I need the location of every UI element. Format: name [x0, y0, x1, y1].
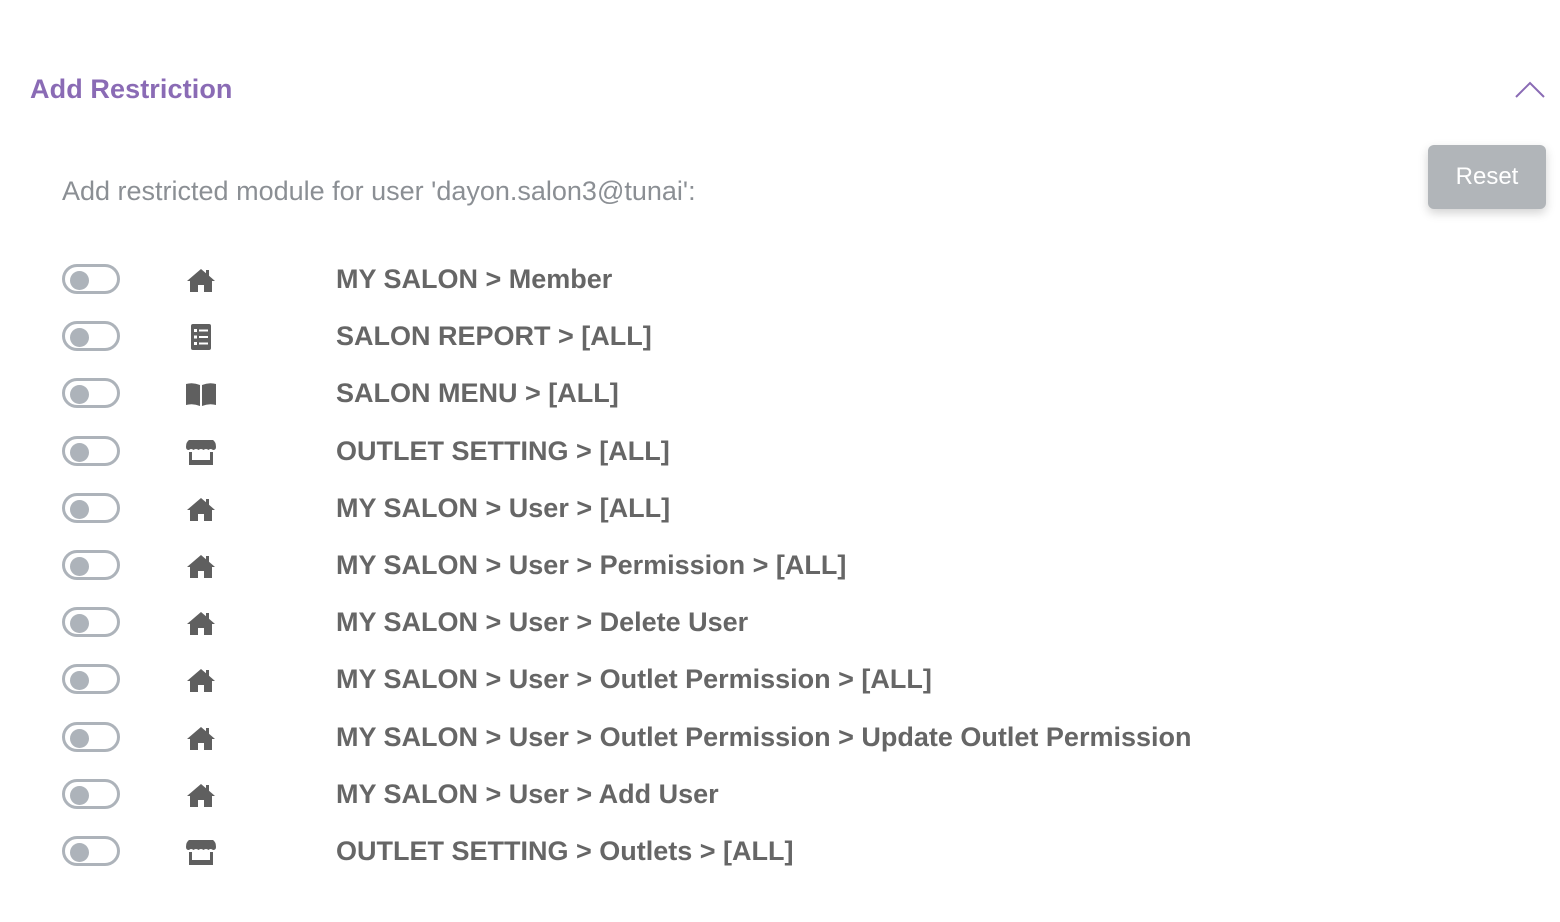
restriction-label: MY SALON > User > Delete User [336, 607, 749, 638]
section-header: Add Restriction [30, 72, 1546, 112]
restriction-toggle[interactable] [62, 778, 120, 809]
restriction-row: MY SALON > User > Outlet Permission > [A… [62, 652, 1362, 709]
restriction-label: MY SALON > User > Outlet Permission > [A… [336, 664, 932, 695]
restriction-toggle[interactable] [62, 492, 120, 523]
restriction-label: MY SALON > User > [ALL] [336, 492, 671, 523]
home-icon [184, 263, 218, 297]
home-icon [184, 778, 218, 812]
toggle-knob [70, 671, 89, 691]
toggle-knob [70, 442, 89, 462]
store-icon [184, 835, 218, 869]
restriction-row: MY SALON > Member [62, 252, 1362, 309]
restriction-label: MY SALON > Member [336, 264, 613, 294]
restriction-toggle[interactable] [62, 721, 120, 752]
restriction-row: MY SALON > User > Outlet Permission > Up… [62, 710, 1362, 767]
store-icon [184, 435, 218, 469]
restriction-row: OUTLET SETTING > [ALL] [62, 424, 1362, 481]
collapse-button[interactable] [1514, 78, 1546, 100]
toggle-knob [70, 728, 89, 748]
list-icon [184, 320, 218, 354]
home-icon [184, 549, 218, 583]
restriction-toggle[interactable] [62, 435, 120, 466]
restriction-label: SALON REPORT > [ALL] [336, 321, 652, 352]
restriction-row: SALON REPORT > [ALL] [62, 309, 1362, 366]
book-icon [184, 377, 218, 411]
toggle-knob [70, 385, 89, 405]
restriction-label: SALON MENU > [ALL] [336, 378, 619, 409]
home-icon [184, 492, 218, 526]
restriction-toggle[interactable] [62, 378, 120, 409]
section-title: Add Restriction [30, 74, 233, 104]
restriction-toggle[interactable] [62, 835, 120, 866]
toggle-knob [70, 785, 89, 805]
restriction-toggle[interactable] [62, 664, 120, 695]
toggle-knob [70, 614, 89, 634]
restriction-label: OUTLET SETTING > Outlets > [ALL] [336, 835, 794, 866]
chevron-up-icon [1515, 81, 1545, 98]
restriction-row: SALON MENU > [ALL] [62, 366, 1362, 423]
home-icon [184, 721, 218, 755]
restriction-label: MY SALON > User > Add User [336, 778, 719, 809]
home-icon [184, 663, 218, 697]
restriction-row: MY SALON > User > Delete User [62, 595, 1362, 652]
restriction-list: MY SALON > Member SALON REPORT > [ALL] S… [62, 252, 1362, 881]
restriction-label: OUTLET SETTING > [ALL] [336, 435, 670, 466]
reset-button[interactable]: Reset [1428, 145, 1546, 209]
home-icon [184, 606, 218, 640]
restriction-toggle[interactable] [62, 549, 120, 580]
restriction-row: OUTLET SETTING > Outlets > [ALL] [62, 824, 1362, 881]
restriction-toggle[interactable] [62, 321, 120, 352]
toggle-knob [70, 328, 89, 348]
toggle-knob [70, 499, 89, 519]
restriction-toggle[interactable] [62, 264, 120, 294]
restriction-row: MY SALON > User > [ALL] [62, 481, 1362, 538]
restriction-row: MY SALON > User > Permission > [ALL] [62, 538, 1362, 595]
toggle-knob [70, 271, 89, 290]
toggle-knob [70, 842, 89, 862]
restriction-label: MY SALON > User > Permission > [ALL] [336, 549, 847, 580]
restriction-row: MY SALON > User > Add User [62, 767, 1362, 824]
restriction-toggle[interactable] [62, 607, 120, 638]
restriction-label: MY SALON > User > Outlet Permission > Up… [336, 721, 1192, 752]
toggle-knob [70, 556, 89, 576]
restriction-description: Add restricted module for user 'dayon.sa… [62, 176, 696, 206]
